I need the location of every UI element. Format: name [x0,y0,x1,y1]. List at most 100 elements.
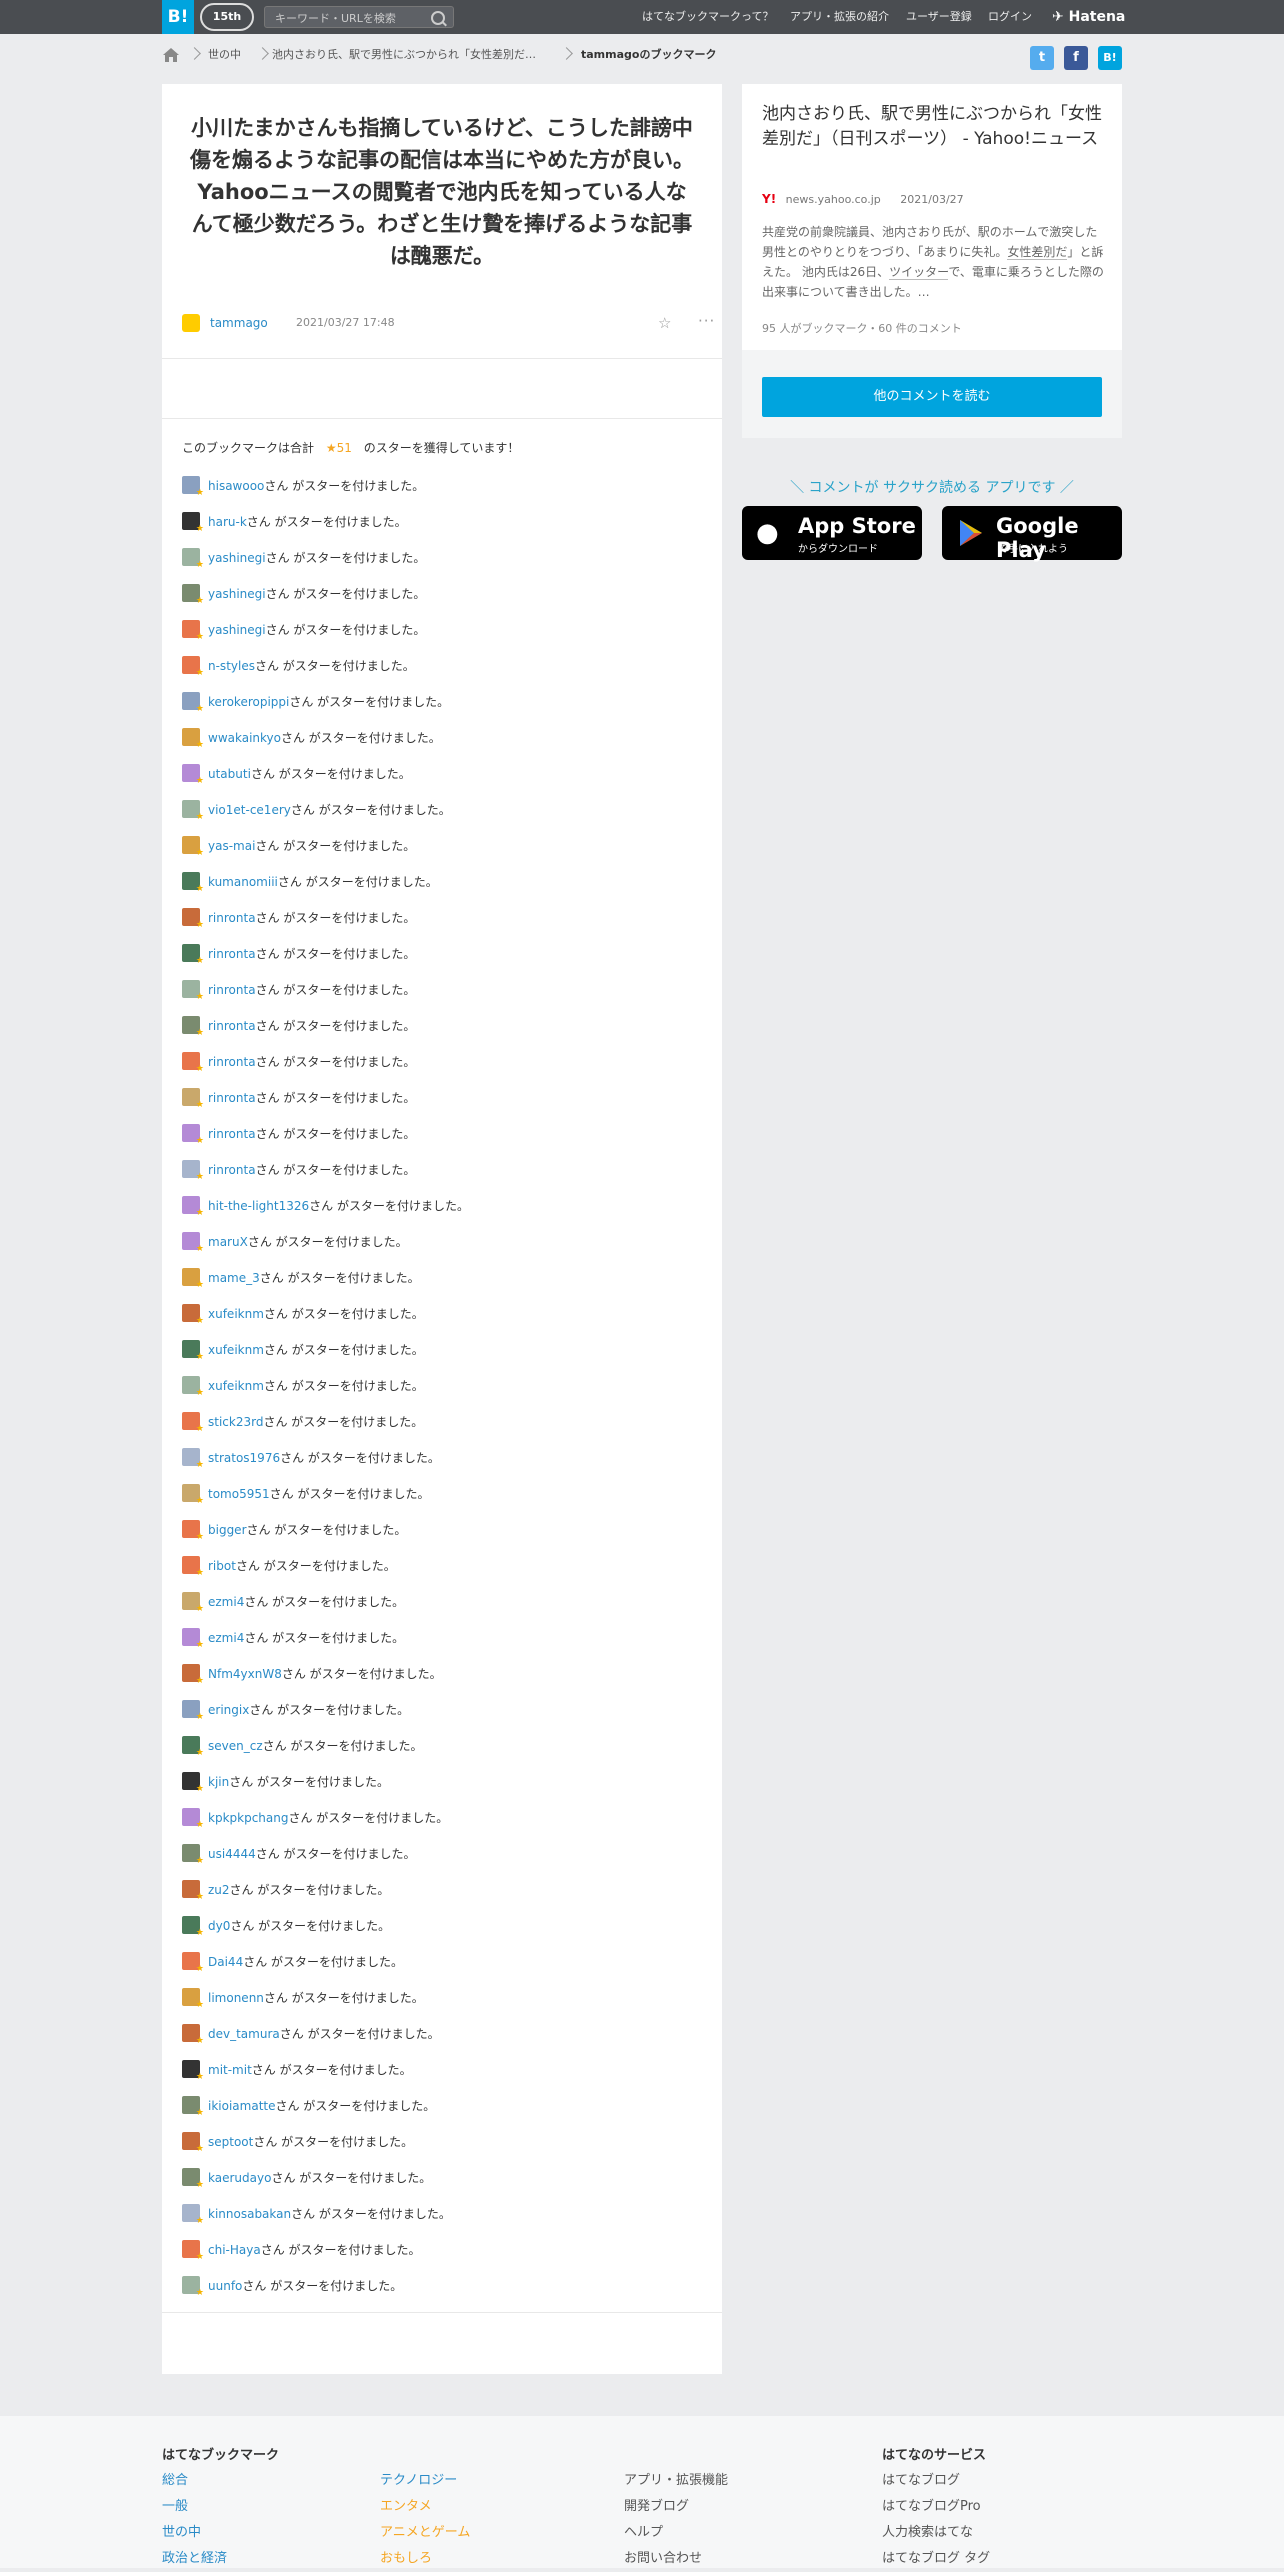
nav-about-link[interactable]: はてなブックマークって？ [642,0,773,34]
stargazer-name-link[interactable]: vio1et-ce1ery [208,803,291,817]
stargazer-name-link[interactable]: stick23rd [208,1415,263,1429]
footer-link[interactable]: 一般 [162,2494,227,2520]
stargazer-name-link[interactable]: kjin [208,1775,229,1789]
stargazer-avatar[interactable]: ★ [182,512,204,534]
stargazer-avatar[interactable]: ★ [182,1052,204,1074]
stargazer-avatar[interactable]: ★ [182,584,204,606]
stargazer-avatar[interactable]: ★ [182,1808,204,1830]
stargazer-name-link[interactable]: rinronta [208,947,256,961]
star-count[interactable]: ★51 [326,441,352,455]
stargazer-name-link[interactable]: xufeiknm [208,1307,264,1321]
breadcrumb-entry[interactable]: 池内さおり氏、駅で男性にぶつかられ「女性差別だ… [272,45,536,65]
stargazer-name-link[interactable]: eringix [208,1703,249,1717]
stargazer-avatar[interactable]: ★ [182,1664,204,1686]
entry-title-link[interactable]: 池内さおり氏、駅で男性にぶつかられ「女性差別だ」（日刊スポーツ） - Yahoo… [762,102,1106,152]
stargazer-avatar[interactable]: ★ [182,1700,204,1722]
stargazer-name-link[interactable]: kerokeropippi [208,695,289,709]
footer-link[interactable]: おもしろ [380,2546,470,2572]
stargazer-name-link[interactable]: rinronta [208,1019,256,1033]
add-star-icon[interactable]: ☆ [658,314,671,332]
nav-login-link[interactable]: ログイン [988,0,1032,34]
stargazer-name-link[interactable]: rinronta [208,1163,256,1177]
stargazer-name-link[interactable]: mame_3 [208,1271,260,1285]
footer-link[interactable]: 世の中 [162,2520,227,2546]
author-avatar[interactable] [182,314,200,332]
stargazer-avatar[interactable]: ★ [182,1916,204,1938]
stargazer-avatar[interactable]: ★ [182,1124,204,1146]
stargazer-name-link[interactable]: dy0 [208,1919,230,1933]
footer-link[interactable]: 政治と経済 [162,2546,227,2572]
stargazer-name-link[interactable]: wwakainkyo [208,731,281,745]
stargazer-avatar[interactable]: ★ [182,2132,204,2154]
nav-register-link[interactable]: ユーザー登録 [906,0,972,34]
stargazer-avatar[interactable]: ★ [182,476,204,498]
stargazer-avatar[interactable]: ★ [182,1268,204,1290]
stargazer-name-link[interactable]: dev_tamura [208,2027,280,2041]
stargazer-name-link[interactable]: seven_cz [208,1739,263,1753]
footer-link[interactable]: はてなブログ [882,2468,990,2494]
stargazer-name-link[interactable]: xufeiknm [208,1379,264,1393]
nav-apps-link[interactable]: アプリ・拡張の紹介 [790,0,889,34]
stargazer-name-link[interactable]: hit-the-light1326 [208,1199,309,1213]
stargazer-name-link[interactable]: chi-Haya [208,2243,261,2257]
stargazer-name-link[interactable]: septoot [208,2135,253,2149]
stargazer-avatar[interactable]: ★ [182,1340,204,1362]
stargazer-name-link[interactable]: rinronta [208,1091,256,1105]
stargazer-avatar[interactable]: ★ [182,764,204,786]
stargazer-name-link[interactable]: rinronta [208,1127,256,1141]
footer-link[interactable]: はてなブログ タグ [882,2546,990,2572]
bookmark-date[interactable]: 2021/03/27 17:48 [296,316,395,329]
stargazer-name-link[interactable]: Nfm4yxnW8 [208,1667,282,1681]
stargazer-name-link[interactable]: rinronta [208,983,256,997]
stargazer-name-link[interactable]: uunfo [208,2279,242,2293]
stargazer-avatar[interactable]: ★ [182,980,204,1002]
stargazer-avatar[interactable]: ★ [182,1844,204,1866]
facebook-share-icon[interactable]: f [1064,46,1088,70]
stargazer-name-link[interactable]: yashinegi [208,587,266,601]
stargazer-name-link[interactable]: yas-mai [208,839,255,853]
stargazer-name-link[interactable]: yashinegi [208,551,266,565]
stargazer-avatar[interactable]: ★ [182,1376,204,1398]
footer-link[interactable]: 総合 [162,2468,227,2494]
stargazer-avatar[interactable]: ★ [182,1556,204,1578]
stargazer-name-link[interactable]: usi4444 [208,1847,256,1861]
stargazer-name-link[interactable]: zu2 [208,1883,230,1897]
stargazer-name-link[interactable]: Dai44 [208,1955,243,1969]
footer-link[interactable]: 開発ブログ [624,2494,728,2520]
stargazer-avatar[interactable]: ★ [182,656,204,678]
footer-link[interactable]: アニメとゲーム [380,2520,470,2546]
stargazer-avatar[interactable]: ★ [182,1448,204,1470]
stargazer-avatar[interactable]: ★ [182,1988,204,2010]
stargazer-avatar[interactable]: ★ [182,1412,204,1434]
search-icon[interactable] [431,11,445,25]
stargazer-avatar[interactable]: ★ [182,908,204,930]
stargazer-name-link[interactable]: kpkpkpchang [208,1811,288,1825]
stargazer-avatar[interactable]: ★ [182,728,204,750]
stargazer-name-link[interactable]: ribot [208,1559,236,1573]
author-name-link[interactable]: tammago [210,316,268,330]
stargazer-avatar[interactable]: ★ [182,1880,204,1902]
stargazer-avatar[interactable]: ★ [182,836,204,858]
footer-link[interactable]: ヘルプ [624,2520,728,2546]
stargazer-name-link[interactable]: bigger [208,1523,247,1537]
stargazer-avatar[interactable]: ★ [182,692,204,714]
stargazer-avatar[interactable]: ★ [182,1484,204,1506]
stargazer-avatar[interactable]: ★ [182,1160,204,1182]
anniversary-badge[interactable]: 15th [200,3,254,31]
stargazer-name-link[interactable]: haru-k [208,515,247,529]
stargazer-name-link[interactable]: utabuti [208,767,251,781]
stargazer-avatar[interactable]: ★ [182,620,204,642]
stargazer-avatar[interactable]: ★ [182,1232,204,1254]
stargazer-name-link[interactable]: hisawooo [208,479,264,493]
stargazer-name-link[interactable]: rinronta [208,911,256,925]
stargazer-avatar[interactable]: ★ [182,1196,204,1218]
footer-link[interactable]: アプリ・拡張機能 [624,2468,728,2494]
stargazer-name-link[interactable]: kinnosabakan [208,2207,291,2221]
stargazer-avatar[interactable]: ★ [182,2276,204,2298]
stargazer-name-link[interactable]: maruX [208,1235,248,1249]
stargazer-name-link[interactable]: xufeiknm [208,1343,264,1357]
stargazer-avatar[interactable]: ★ [182,1628,204,1650]
entry-meta-link[interactable]: 95 人がブックマーク・60 件のコメント [762,320,962,336]
stargazer-avatar[interactable]: ★ [182,1304,204,1326]
stargazer-name-link[interactable]: tomo5951 [208,1487,270,1501]
